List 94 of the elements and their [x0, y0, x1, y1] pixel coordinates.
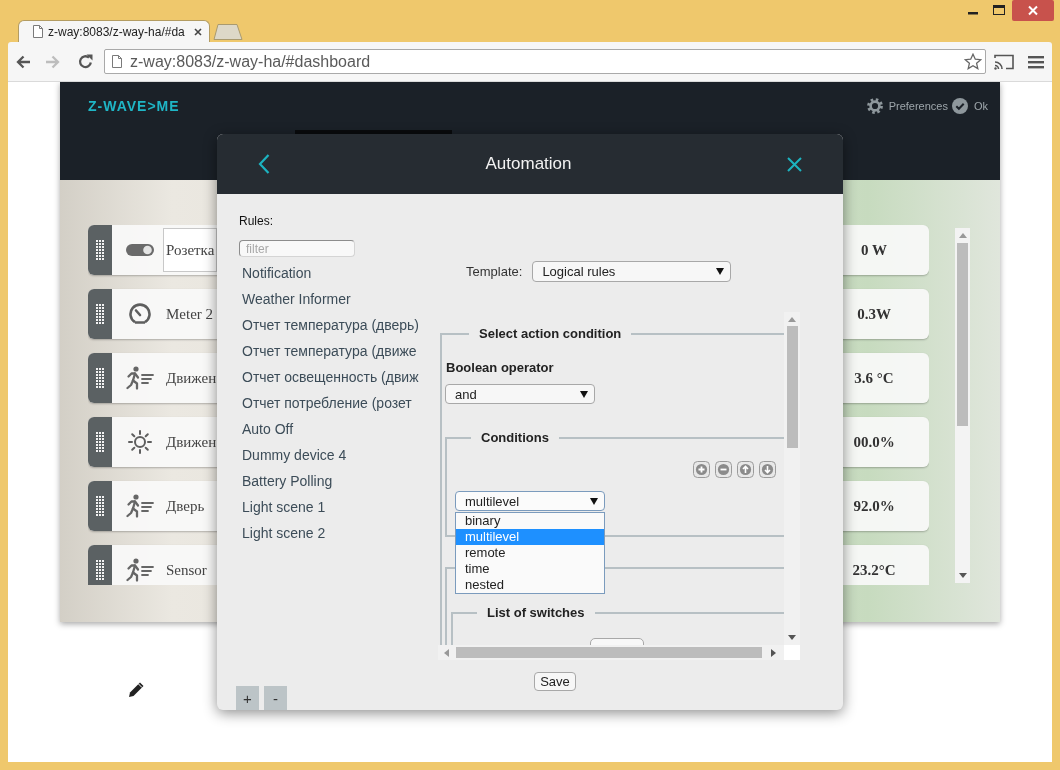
template-label: Template: [466, 264, 523, 279]
scroll-up-icon [788, 317, 796, 322]
device-name: Meter 2 [165, 304, 215, 324]
device-value: 0.3W [856, 305, 892, 323]
dropdown-option[interactable]: remote [456, 545, 604, 561]
add-rule-button[interactable]: + [236, 686, 259, 710]
scrollbar-thumb[interactable] [786, 326, 798, 448]
vertical-scrollbar[interactable] [955, 228, 970, 583]
logo: Z-WAVE>ME [88, 98, 180, 114]
back-icon[interactable] [258, 154, 270, 174]
device-name: Движен [165, 432, 218, 452]
scroll-left-icon [444, 648, 449, 657]
device-value: 92.0% [852, 497, 896, 515]
running-person-icon [126, 494, 154, 518]
grip-icon [96, 304, 104, 324]
scroll-down-icon [958, 573, 967, 578]
grip-icon [96, 432, 104, 452]
cast-icon[interactable] [994, 53, 1014, 70]
rule-item[interactable]: Light scene 2 [239, 520, 328, 546]
drag-handle[interactable] [88, 225, 112, 275]
device-value: 00.0% [852, 433, 896, 451]
save-button[interactable]: Save [534, 672, 576, 691]
field-label: Boolean operator [446, 360, 554, 376]
minus-circle-icon[interactable] [715, 461, 732, 478]
close-icon[interactable] [194, 27, 202, 36]
sun-icon [128, 430, 152, 454]
rule-item[interactable]: Отчет температура (движе [239, 338, 419, 364]
browser-tab[interactable]: z-way:8083/z-way-ha/#da [18, 20, 210, 42]
plus-circle-icon[interactable] [693, 461, 710, 478]
dropdown-option[interactable]: binary [456, 513, 604, 529]
arrow-up-circle-icon[interactable] [737, 461, 754, 478]
pencil-icon[interactable] [128, 681, 145, 698]
device-name: Розетка [163, 228, 218, 272]
scroll-up-icon [958, 233, 967, 238]
check-circle-icon [951, 98, 968, 114]
menu-icon[interactable] [1028, 54, 1044, 69]
caret-icon [590, 497, 598, 505]
drag-handle[interactable] [88, 353, 112, 403]
rule-item[interactable]: Dummy device 4 [239, 442, 349, 468]
device-name: Дверь [165, 496, 206, 516]
device-value: 23.2°C [851, 561, 897, 579]
scroll-right-icon [771, 648, 776, 657]
rule-item[interactable]: Notification [239, 260, 314, 286]
grip-icon [96, 496, 104, 516]
drag-handle[interactable] [88, 289, 112, 339]
address-field[interactable]: z-way:8083/z-way-ha/#dashboard [104, 49, 986, 74]
horizontal-scrollbar[interactable] [438, 645, 784, 660]
page-icon [112, 55, 122, 68]
rule-item[interactable]: Battery Polling [239, 468, 335, 494]
rule-item[interactable]: Отчет потребление (розет [239, 390, 414, 416]
rule-item[interactable]: Weather Informer [239, 286, 353, 312]
dialog-title: Automation [484, 154, 573, 174]
gear-icon [866, 98, 883, 114]
page-icon [33, 25, 43, 38]
grip-icon [96, 368, 104, 388]
drag-handle[interactable] [88, 545, 112, 585]
gauge-icon [129, 303, 151, 325]
device-name: Движен [165, 368, 218, 388]
close-icon[interactable] [787, 156, 802, 172]
filter-field[interactable]: filter [239, 240, 355, 257]
scroll-down-icon [788, 635, 796, 640]
device-name: Sensor [165, 560, 208, 580]
grip-icon [96, 560, 104, 580]
device-value: 0 W [860, 241, 888, 259]
grip-icon [96, 240, 104, 260]
preferences-link[interactable]: Preferences [866, 98, 948, 114]
scrollbar-thumb[interactable] [456, 647, 762, 658]
condition-type-select[interactable]: multilevel [455, 491, 605, 511]
toggle-icon [126, 244, 154, 256]
rules-label: Rules: [239, 215, 273, 227]
remove-rule-button[interactable]: - [264, 686, 287, 710]
ok-link[interactable]: Ok [951, 98, 988, 114]
drag-handle[interactable] [88, 417, 112, 467]
caret-icon [716, 268, 725, 275]
rule-item[interactable]: Light scene 1 [239, 494, 328, 520]
vertical-scrollbar[interactable] [784, 312, 800, 645]
close-icon[interactable] [1012, 0, 1054, 21]
arrow-down-circle-icon[interactable] [759, 461, 776, 478]
dropdown-option[interactable]: nested [456, 577, 604, 593]
scrollbar-thumb[interactable] [957, 243, 968, 426]
star-icon[interactable] [964, 52, 982, 71]
operator-select[interactable]: and [445, 384, 595, 404]
dropdown-option[interactable]: time [456, 561, 604, 577]
device-value: 3.6 °C [853, 369, 895, 387]
drag-handle[interactable] [88, 481, 112, 531]
template-select[interactable]: Logical rules [532, 261, 732, 282]
rule-item[interactable]: Auto Off [239, 416, 296, 442]
reload-icon[interactable] [78, 54, 93, 69]
caret-icon [580, 390, 588, 398]
running-person-icon [126, 558, 154, 582]
running-person-icon [126, 366, 154, 390]
rule-item[interactable]: Отчет освещенность (движ [239, 364, 421, 390]
rule-item[interactable]: Отчет температура (дверь) [239, 312, 422, 338]
back-arrow-icon[interactable] [15, 54, 31, 69]
